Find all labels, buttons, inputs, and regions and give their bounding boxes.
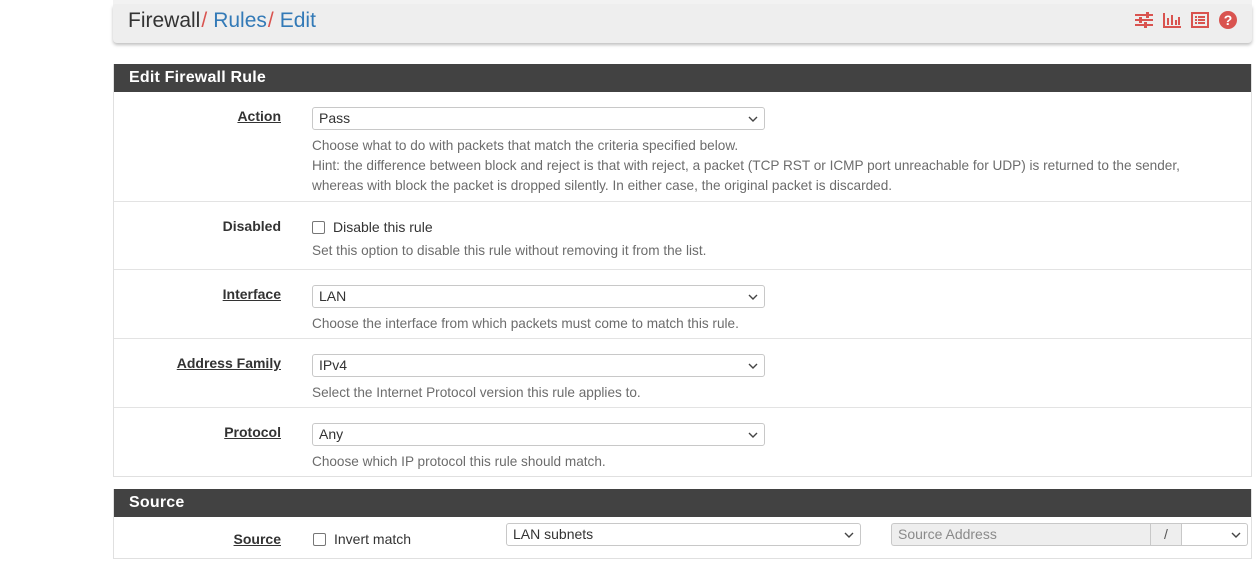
address-family-row: Address Family IPv4 Select the Internet …	[114, 339, 1251, 408]
cidr-slash: /	[1150, 523, 1182, 546]
source-row: Source Invert match LAN subnets Source A…	[114, 517, 1251, 558]
address-family-select-value: IPv4	[319, 357, 348, 373]
interface-select-value: LAN	[319, 288, 347, 304]
edit-rule-panel: Edit Firewall Rule Action Pass Choose wh…	[113, 64, 1252, 477]
action-row: Action Pass Choose what to do with packe…	[114, 92, 1251, 202]
breadcrumb-separator: /	[267, 9, 274, 32]
chevron-down-icon	[748, 286, 758, 307]
protocol-row: Protocol Any Choose which IP protocol th…	[114, 408, 1251, 476]
source-type-select-value: LAN subnets	[513, 526, 594, 542]
help-icon[interactable]: ?	[1218, 10, 1238, 30]
breadcrumb-edit-link[interactable]: Edit	[280, 9, 316, 32]
breadcrumb-firewall: Firewall	[128, 9, 201, 32]
chevron-down-icon	[748, 108, 758, 129]
panel-heading: Edit Firewall Rule	[114, 64, 1251, 92]
breadcrumb-bar: Firewall/Rules/Edit ?	[113, 5, 1252, 43]
protocol-select[interactable]: Any	[312, 423, 765, 446]
disabled-label: Disabled	[222, 218, 281, 234]
chevron-down-icon	[1231, 524, 1241, 545]
protocol-label[interactable]: Protocol	[224, 424, 281, 440]
disable-rule-checkbox[interactable]	[312, 220, 325, 234]
bar-chart-icon[interactable]	[1162, 10, 1182, 30]
chevron-down-icon	[748, 355, 758, 376]
breadcrumb-rules-link[interactable]: Rules	[213, 9, 267, 32]
interface-select[interactable]: LAN	[312, 285, 765, 308]
sliders-icon[interactable]	[1134, 10, 1154, 30]
chevron-down-icon	[748, 424, 758, 445]
chevron-down-icon	[844, 524, 854, 545]
source-address-group: Source Address /	[891, 523, 1248, 546]
disabled-help: Set this option to disable this rule wit…	[312, 243, 707, 258]
address-family-help: Select the Internet Protocol version thi…	[312, 385, 641, 400]
action-label[interactable]: Action	[237, 108, 281, 124]
svg-text:?: ?	[1224, 12, 1233, 28]
protocol-select-value: Any	[319, 426, 344, 442]
interface-help: Choose the interface from which packets …	[312, 316, 739, 331]
source-mask-select[interactable]	[1182, 523, 1248, 546]
action-select-value: Pass	[319, 110, 351, 126]
action-select[interactable]: Pass	[312, 107, 765, 130]
address-family-select[interactable]: IPv4	[312, 354, 765, 377]
action-help: Choose what to do with packets that matc…	[312, 138, 1180, 193]
list-icon[interactable]	[1190, 10, 1210, 30]
disabled-row: Disabled Disable this rule Set this opti…	[114, 202, 1251, 270]
source-panel: Source Source Invert match LAN subnets S…	[113, 489, 1252, 559]
source-label[interactable]: Source	[234, 531, 281, 547]
disable-rule-checkbox-label[interactable]: Disable this rule	[333, 217, 433, 237]
address-family-label[interactable]: Address Family	[177, 355, 281, 371]
panel-heading: Source	[114, 489, 1251, 517]
breadcrumb-separator: /	[201, 9, 208, 32]
source-address-input[interactable]: Source Address	[891, 523, 1150, 546]
invert-match-checkbox[interactable]	[313, 532, 326, 546]
source-type-select[interactable]: LAN subnets	[506, 523, 861, 546]
interface-label[interactable]: Interface	[223, 286, 281, 302]
header-icons: ?	[1134, 10, 1238, 30]
breadcrumb: Firewall/Rules/Edit	[128, 8, 316, 34]
invert-match-label[interactable]: Invert match	[334, 529, 411, 549]
protocol-help: Choose which IP protocol this rule shoul…	[312, 454, 606, 469]
interface-row: Interface LAN Choose the interface from …	[114, 270, 1251, 339]
